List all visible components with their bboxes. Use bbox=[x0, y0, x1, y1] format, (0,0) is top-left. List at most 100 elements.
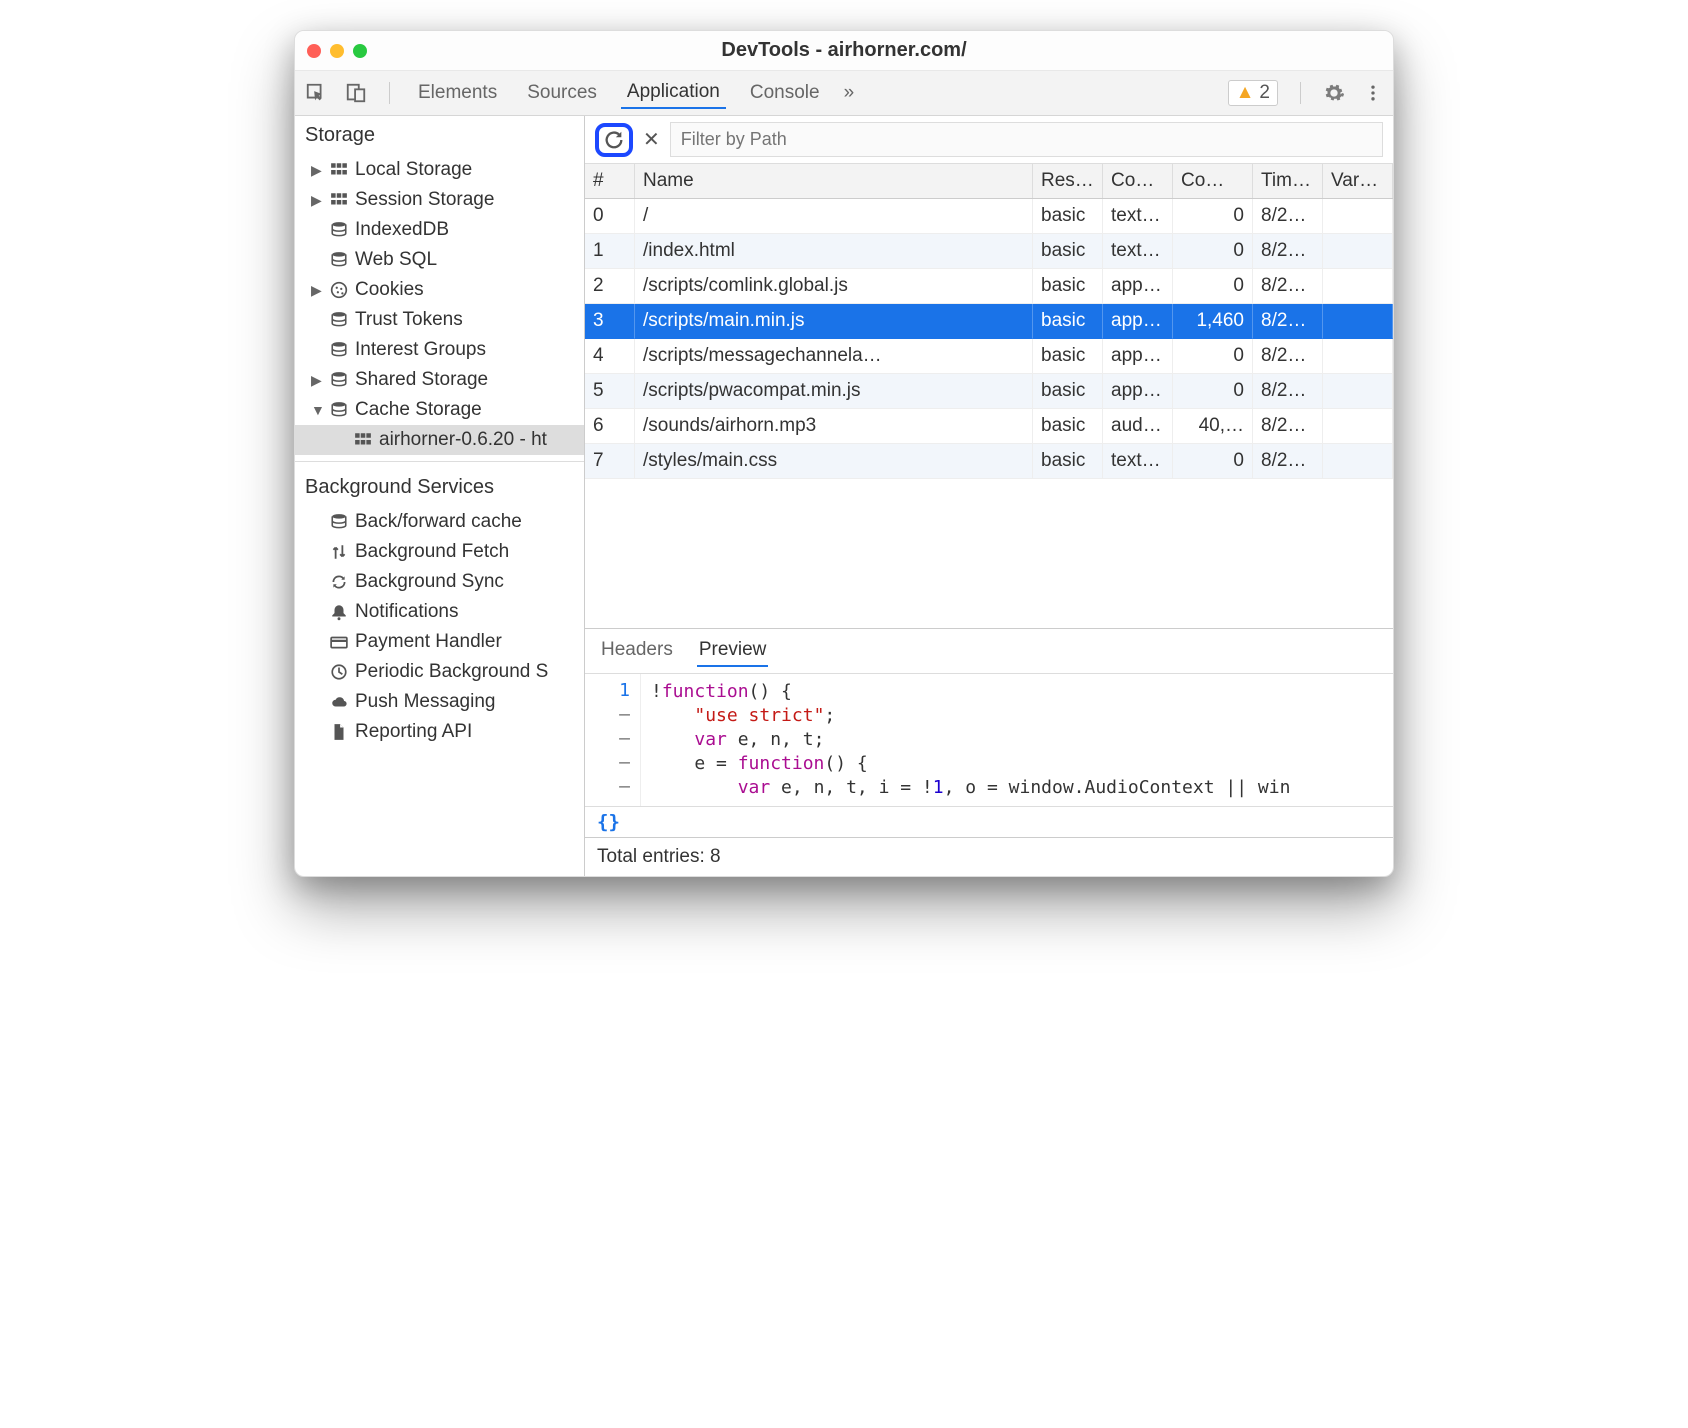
device-toggle-icon[interactable] bbox=[345, 82, 367, 104]
sidebar-item-reporting-api[interactable]: Reporting API bbox=[295, 717, 584, 747]
table-row[interactable]: 7/styles/main.cssbasictext…08/2… bbox=[585, 444, 1393, 479]
sidebar-item-label: Trust Tokens bbox=[355, 309, 463, 331]
table-row[interactable]: 3/scripts/main.min.jsbasicapp…1,4608/2… bbox=[585, 304, 1393, 339]
warning-icon: ▲ bbox=[1236, 82, 1255, 104]
table-row[interactable]: 2/scripts/comlink.global.jsbasicapp…08/2… bbox=[585, 269, 1393, 304]
cache-storage-panel: ✕ # Name Res… Co… Co… Tim… Var… 0/basict… bbox=[585, 116, 1393, 876]
cell-content-type: app… bbox=[1103, 339, 1173, 374]
col-name[interactable]: Name bbox=[635, 164, 1033, 198]
col-index[interactable]: # bbox=[585, 164, 635, 198]
clock-icon bbox=[329, 663, 349, 681]
sidebar-item-indexeddb[interactable]: IndexedDB bbox=[295, 215, 584, 245]
sidebar-item-label: Local Storage bbox=[355, 159, 472, 181]
sidebar-item-background-sync[interactable]: Background Sync bbox=[295, 567, 584, 597]
status-bar: Total entries: 8 bbox=[585, 837, 1393, 876]
table-row[interactable]: 4/scripts/messagechannela…basicapp…08/2… bbox=[585, 339, 1393, 374]
db-icon bbox=[329, 513, 349, 531]
cell-content-length: 1,460 bbox=[1173, 304, 1253, 339]
sidebar-item-label: Background Fetch bbox=[355, 541, 509, 563]
sidebar-item-trust-tokens[interactable]: Trust Tokens bbox=[295, 305, 584, 335]
table-row[interactable]: 5/scripts/pwacompat.min.jsbasicapp…08/2… bbox=[585, 374, 1393, 409]
sidebar-item-label: Payment Handler bbox=[355, 631, 502, 653]
cell-vary bbox=[1323, 409, 1393, 444]
sidebar-item-cookies[interactable]: Cookies bbox=[295, 275, 584, 305]
object-bar[interactable]: {} bbox=[585, 806, 1393, 837]
close-window-button[interactable] bbox=[307, 44, 321, 58]
cell-response: basic bbox=[1033, 269, 1103, 304]
sidebar-item-web-sql[interactable]: Web SQL bbox=[295, 245, 584, 275]
warnings-badge[interactable]: ▲ 2 bbox=[1228, 80, 1278, 106]
refresh-icon[interactable] bbox=[603, 129, 625, 151]
sidebar-item-label: Cache Storage bbox=[355, 399, 482, 421]
sidebar-item-periodic-background-s[interactable]: Periodic Background S bbox=[295, 657, 584, 687]
cell-time: 8/2… bbox=[1253, 199, 1323, 234]
sidebar-item-session-storage[interactable]: Session Storage bbox=[295, 185, 584, 215]
more-options-icon[interactable] bbox=[1363, 83, 1383, 103]
sidebar-item-notifications[interactable]: Notifications bbox=[295, 597, 584, 627]
sidebar-item-back-forward-cache[interactable]: Back/forward cache bbox=[295, 507, 584, 537]
tab-console[interactable]: Console bbox=[744, 78, 826, 108]
sidebar-item-shared-storage[interactable]: Shared Storage bbox=[295, 365, 584, 395]
db-icon bbox=[329, 371, 349, 389]
code-preview: 1 – – – – !function() { "use strict"; va… bbox=[585, 674, 1393, 806]
cell-content-length: 0 bbox=[1173, 234, 1253, 269]
table-row[interactable]: 6/sounds/airhorn.mp3basicaud…40,…8/2… bbox=[585, 409, 1393, 444]
cell-index: 0 bbox=[585, 199, 635, 234]
tabs-overflow-icon[interactable]: » bbox=[844, 82, 855, 104]
sidebar-item-label: Notifications bbox=[355, 601, 459, 623]
window-title: DevTools - airhorner.com/ bbox=[367, 39, 1321, 62]
col-response[interactable]: Res… bbox=[1033, 164, 1103, 198]
sidebar-item-cache-storage[interactable]: Cache Storage bbox=[295, 395, 584, 425]
bell-icon bbox=[329, 603, 349, 621]
cell-name: /scripts/messagechannela… bbox=[635, 339, 1033, 374]
sidebar-item-label: Periodic Background S bbox=[355, 661, 548, 683]
zoom-window-button[interactable] bbox=[353, 44, 367, 58]
detail-tab-preview[interactable]: Preview bbox=[697, 635, 769, 667]
db-icon bbox=[329, 341, 349, 359]
titlebar: DevTools - airhorner.com/ bbox=[295, 31, 1393, 71]
settings-icon[interactable] bbox=[1323, 82, 1345, 104]
cell-index: 1 bbox=[585, 234, 635, 269]
grid-icon bbox=[353, 431, 373, 449]
sidebar-item-background-fetch[interactable]: Background Fetch bbox=[295, 537, 584, 567]
tab-sources[interactable]: Sources bbox=[521, 78, 603, 108]
sidebar-item-label: Interest Groups bbox=[355, 339, 486, 361]
sidebar-item-interest-groups[interactable]: Interest Groups bbox=[295, 335, 584, 365]
devtools-window: DevTools - airhorner.com/ Elements Sourc… bbox=[294, 30, 1394, 877]
table-row[interactable]: 0/basictext…08/2… bbox=[585, 199, 1393, 234]
cell-response: basic bbox=[1033, 339, 1103, 374]
cell-content-length: 0 bbox=[1173, 374, 1253, 409]
code-body[interactable]: !function() { "use strict"; var e, n, t;… bbox=[641, 674, 1300, 806]
sidebar-item-label: Session Storage bbox=[355, 189, 494, 211]
filter-input[interactable] bbox=[670, 122, 1383, 157]
tab-application[interactable]: Application bbox=[621, 77, 726, 109]
cell-response: basic bbox=[1033, 374, 1103, 409]
sidebar-cache-child[interactable]: airhorner-0.6.20 - ht bbox=[295, 425, 584, 455]
sidebar-item-local-storage[interactable]: Local Storage bbox=[295, 155, 584, 185]
warning-count: 2 bbox=[1259, 82, 1270, 104]
inspect-element-icon[interactable] bbox=[305, 82, 327, 104]
sidebar-group-storage: Storage bbox=[295, 116, 584, 155]
cell-vary bbox=[1323, 269, 1393, 304]
cell-content-type: aud… bbox=[1103, 409, 1173, 444]
filter-bar: ✕ bbox=[585, 116, 1393, 164]
cell-name: /index.html bbox=[635, 234, 1033, 269]
detail-tab-headers[interactable]: Headers bbox=[599, 635, 675, 667]
cell-time: 8/2… bbox=[1253, 374, 1323, 409]
col-content-type[interactable]: Co… bbox=[1103, 164, 1173, 198]
sidebar-item-label: Cookies bbox=[355, 279, 424, 301]
clear-icon[interactable]: ✕ bbox=[643, 127, 660, 152]
col-content-length[interactable]: Co… bbox=[1173, 164, 1253, 198]
sidebar-item-push-messaging[interactable]: Push Messaging bbox=[295, 687, 584, 717]
sidebar-item-label: Back/forward cache bbox=[355, 511, 522, 533]
cell-index: 3 bbox=[585, 304, 635, 339]
col-time[interactable]: Tim… bbox=[1253, 164, 1323, 198]
cell-index: 6 bbox=[585, 409, 635, 444]
table-row[interactable]: 1/index.htmlbasictext…08/2… bbox=[585, 234, 1393, 269]
tab-elements[interactable]: Elements bbox=[412, 78, 503, 108]
sidebar-item-payment-handler[interactable]: Payment Handler bbox=[295, 627, 584, 657]
col-vary[interactable]: Var… bbox=[1323, 164, 1393, 198]
cell-index: 4 bbox=[585, 339, 635, 374]
cell-time: 8/2… bbox=[1253, 304, 1323, 339]
minimize-window-button[interactable] bbox=[330, 44, 344, 58]
